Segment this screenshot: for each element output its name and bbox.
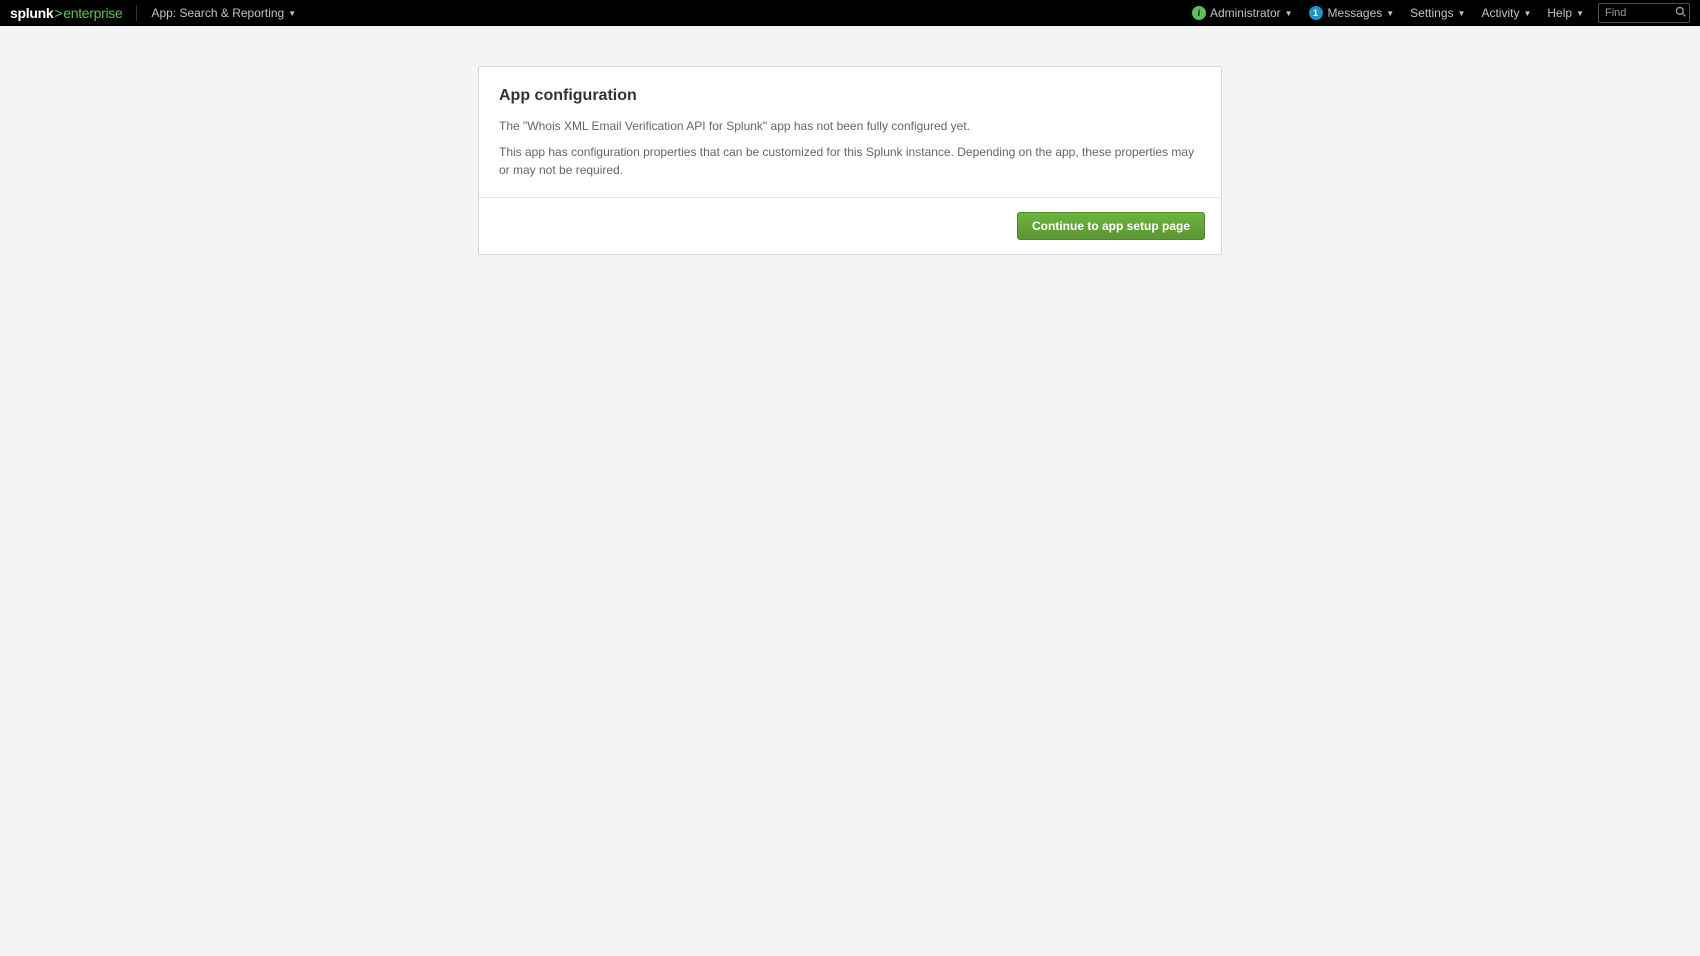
messages-menu[interactable]: 1 Messages ▼ — [1301, 0, 1403, 26]
panel-footer: Continue to app setup page — [479, 197, 1221, 254]
settings-menu[interactable]: Settings ▼ — [1402, 0, 1473, 26]
panel-message-1: The "Whois XML Email Verification API fo… — [499, 117, 1201, 135]
main-content: App configuration The "Whois XML Email V… — [0, 26, 1700, 295]
app-selector-label: App: Search & Reporting — [151, 6, 284, 20]
continue-setup-button[interactable]: Continue to app setup page — [1017, 212, 1205, 240]
top-navbar: splunk > enterprise App: Search & Report… — [0, 0, 1700, 26]
app-selector[interactable]: App: Search & Reporting ▼ — [143, 0, 304, 26]
caret-down-icon: ▼ — [1576, 9, 1584, 18]
messages-badge: 1 — [1309, 6, 1323, 20]
caret-down-icon: ▼ — [1285, 9, 1293, 18]
splunk-logo[interactable]: splunk > enterprise — [10, 5, 122, 21]
nav-divider — [136, 5, 137, 21]
settings-label: Settings — [1410, 6, 1453, 20]
panel-title: App configuration — [499, 87, 1201, 105]
help-menu[interactable]: Help ▼ — [1539, 0, 1592, 26]
app-configuration-panel: App configuration The "Whois XML Email V… — [478, 66, 1222, 255]
caret-down-icon: ▼ — [1523, 9, 1531, 18]
caret-down-icon: ▼ — [1458, 9, 1466, 18]
find-search-box — [1598, 3, 1690, 23]
caret-down-icon: ▼ — [288, 9, 296, 18]
caret-down-icon: ▼ — [1386, 9, 1394, 18]
panel-message-2: This app has configuration properties th… — [499, 143, 1201, 179]
logo-splunk-text: splunk — [10, 5, 53, 21]
panel-body: App configuration The "Whois XML Email V… — [479, 67, 1221, 197]
info-icon: i — [1192, 6, 1206, 20]
activity-menu[interactable]: Activity ▼ — [1473, 0, 1539, 26]
logo-enterprise-text: enterprise — [63, 5, 122, 21]
help-label: Help — [1547, 6, 1572, 20]
messages-label: Messages — [1328, 6, 1383, 20]
administrator-menu[interactable]: i Administrator ▼ — [1184, 0, 1301, 26]
logo-chevron: > — [54, 5, 62, 21]
search-icon — [1675, 6, 1686, 20]
administrator-label: Administrator — [1210, 6, 1281, 20]
activity-label: Activity — [1481, 6, 1519, 20]
